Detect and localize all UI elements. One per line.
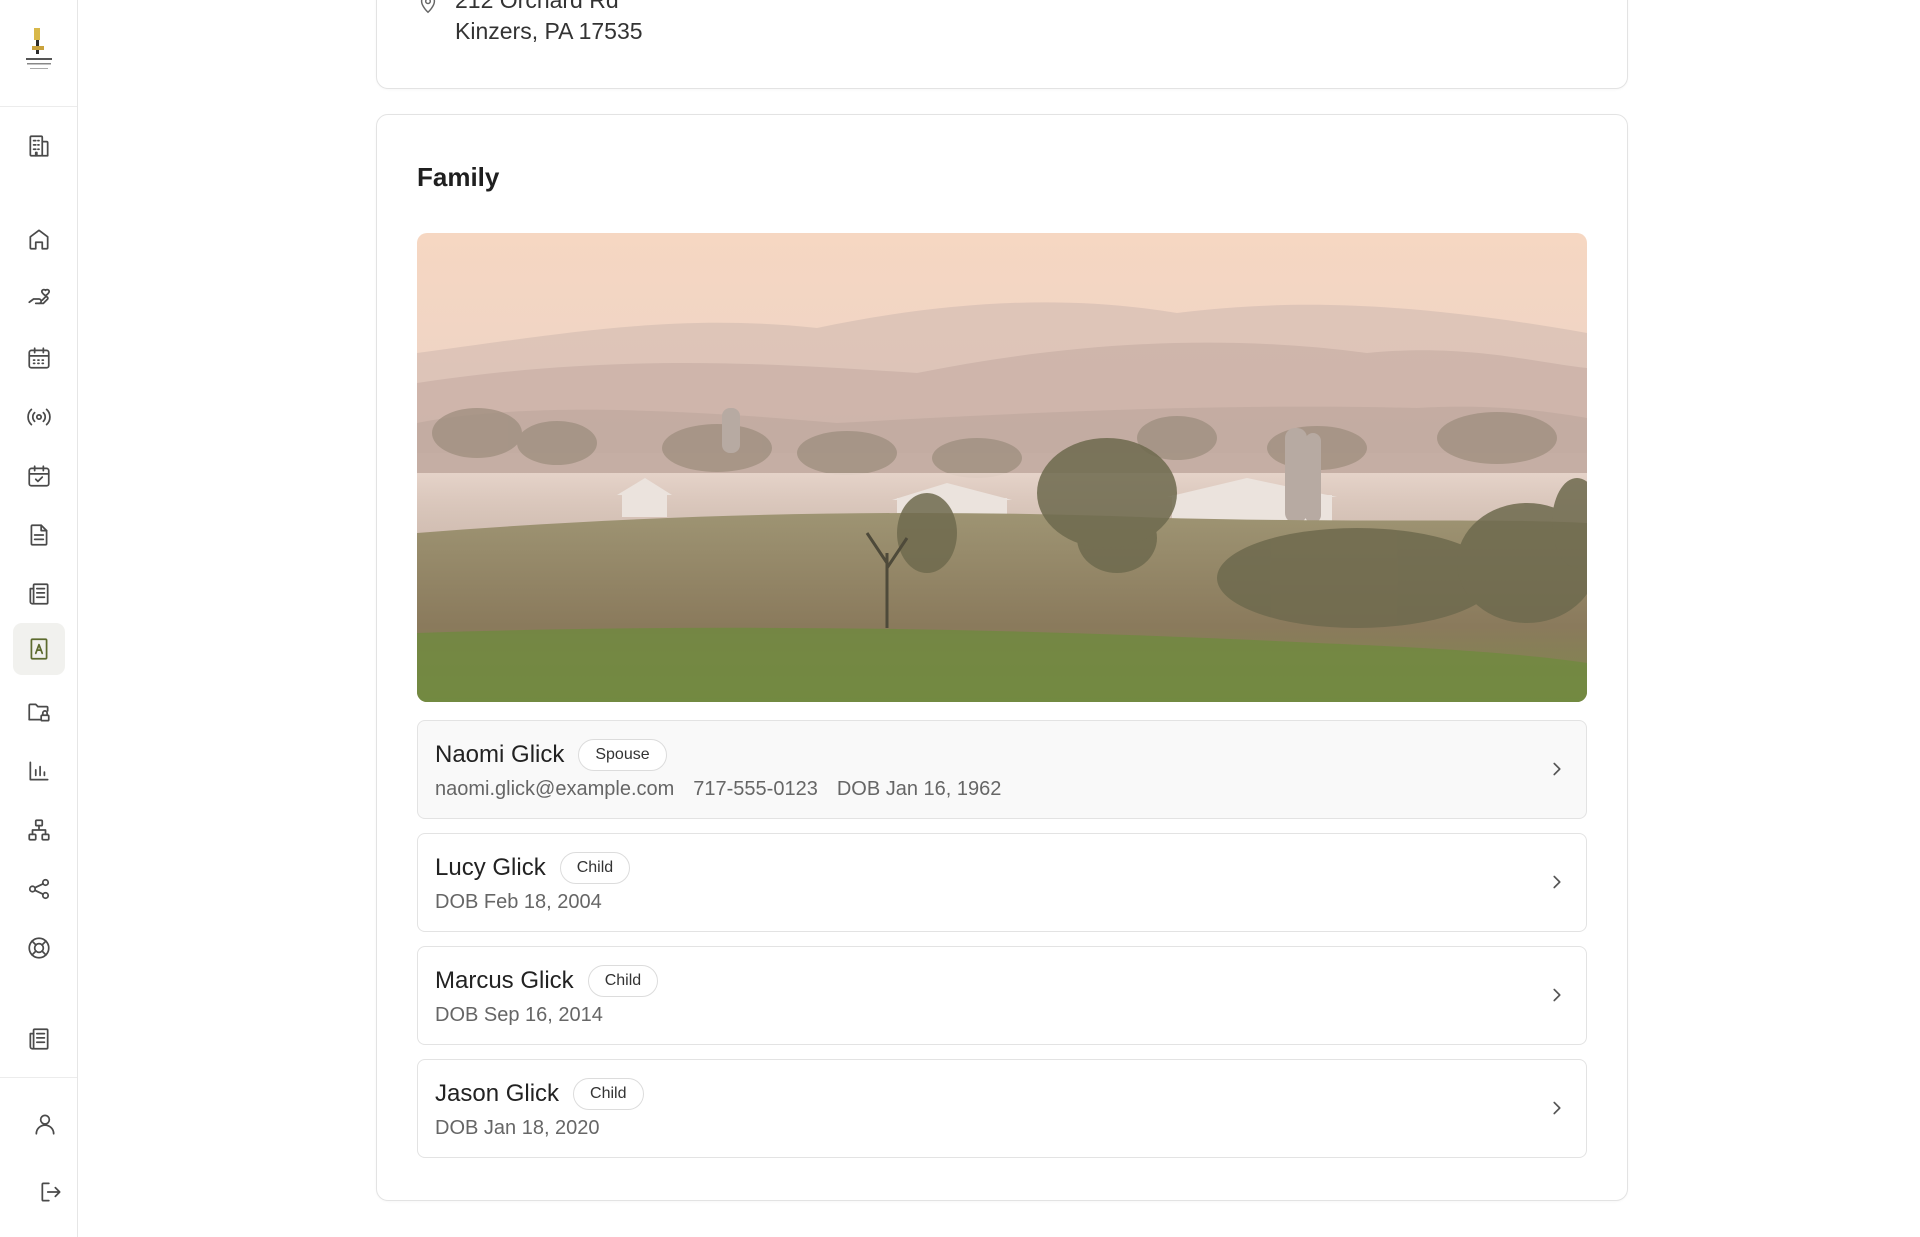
member-meta: DOB Sep 16, 2014 [435,1004,622,1027]
document-icon[interactable] [13,509,65,561]
brand-logo[interactable] [24,28,54,78]
member-meta: DOB Jan 18, 2020 [435,1117,619,1140]
member-email: naomi.glick@example.com [435,778,675,800]
sidebar-divider [0,1077,77,1078]
user-icon[interactable] [19,1098,71,1150]
contact-book-icon[interactable] [13,623,65,675]
building-icon[interactable] [13,120,65,172]
chevron-right-icon [1546,984,1568,1006]
bar-chart-icon[interactable] [13,745,65,797]
home-icon[interactable] [13,213,65,265]
logout-icon[interactable] [25,1166,77,1218]
family-title: Family [417,162,500,192]
member-meta: DOB Feb 18, 2004 [435,891,621,914]
sidebar [0,0,78,1237]
share-icon[interactable] [13,863,65,915]
broadcast-icon[interactable] [13,391,65,443]
newspaper-icon[interactable] [13,568,65,620]
lifebuoy-icon[interactable] [13,922,65,974]
member-phone: 717-555-0123 [693,778,818,800]
hand-heart-icon[interactable] [13,273,65,325]
member-header: Marcus Glick Child [435,965,659,997]
family-member-row[interactable]: Lucy Glick Child DOB Feb 18, 2004 [417,833,1587,932]
calendar-check-icon[interactable] [13,450,65,502]
bulletin-icon[interactable] [13,1013,65,1065]
family-photo [417,233,1587,702]
chevron-right-icon [1546,871,1568,893]
family-member-row[interactable]: Jason Glick Child DOB Jan 18, 2020 [417,1059,1587,1158]
member-header: Jason Glick Child [435,1078,644,1110]
member-name: Jason Glick [435,1080,560,1107]
member-name: Naomi Glick [435,741,565,768]
member-meta: naomi.glick@example.com 717-555-0123 DOB… [435,778,1020,801]
member-name: Marcus Glick [435,967,574,994]
family-member-row[interactable]: Naomi Glick Spouse naomi.glick@example.c… [417,720,1587,819]
member-dob: DOB Feb 18, 2004 [435,891,602,913]
chevron-right-icon [1546,758,1568,780]
relation-badge: Child [559,852,631,884]
chevron-right-icon [1546,1097,1568,1119]
member-dob: DOB Jan 18, 2020 [435,1117,600,1139]
member-dob: DOB Jan 16, 1962 [836,778,1002,800]
sidebar-divider [0,106,77,107]
family-member-row[interactable]: Marcus Glick Child DOB Sep 16, 2014 [417,946,1587,1045]
relation-badge: Spouse [578,739,667,771]
member-dob: DOB Sep 16, 2014 [435,1004,603,1026]
member-name: Lucy Glick [435,854,546,881]
folder-lock-icon[interactable] [13,686,65,738]
relation-badge: Child [573,1078,644,1110]
hierarchy-icon[interactable] [13,804,65,856]
address-line-2: Kinzers, PA 17535 [455,18,643,44]
relation-badge: Child [587,965,659,997]
calendar-icon[interactable] [13,332,65,384]
map-pin-icon [417,0,439,15]
address-card: 212 Orchard Rd Kinzers, PA 17535 [376,0,1628,89]
member-header: Naomi Glick Spouse [435,739,667,771]
member-header: Lucy Glick Child [435,852,631,884]
family-card: Family Naomi Glick Spouse naomi.glick@ex… [376,114,1628,1201]
address-line-1: 212 Orchard Rd [455,0,619,13]
